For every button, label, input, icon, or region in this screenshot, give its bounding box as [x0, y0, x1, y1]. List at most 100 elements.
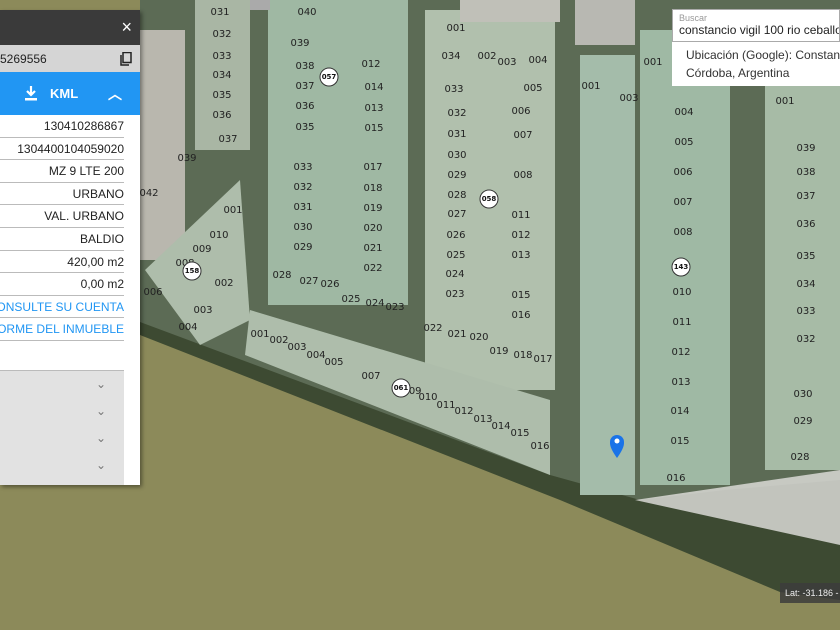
lot-number[interactable]: 015	[510, 428, 529, 439]
kml-button[interactable]: KML	[50, 86, 78, 101]
lot-number[interactable]: 001	[446, 23, 465, 34]
lot-number[interactable]: 019	[363, 203, 382, 214]
lot-number[interactable]: 006	[511, 106, 530, 117]
city-block[interactable]	[268, 0, 408, 305]
lot-number[interactable]: 007	[673, 197, 692, 208]
lot-number[interactable]: 010	[418, 392, 437, 403]
lot-number[interactable]: 042	[139, 188, 158, 199]
lot-number[interactable]: 006	[143, 287, 162, 298]
lot-number[interactable]: 012	[511, 230, 530, 241]
lot-number[interactable]: 039	[177, 153, 196, 164]
lot-number[interactable]: 028	[447, 190, 466, 201]
lot-number[interactable]: 036	[796, 219, 815, 230]
block-badge[interactable]: 058	[479, 189, 499, 209]
lot-number[interactable]: 039	[796, 143, 815, 154]
chevron-down-icon[interactable]: ⌄	[0, 425, 124, 452]
lot-number[interactable]: 026	[320, 279, 339, 290]
lot-number[interactable]: 024	[445, 269, 464, 280]
lot-number[interactable]: 029	[447, 170, 466, 181]
lot-number[interactable]: 002	[214, 278, 233, 289]
lot-number[interactable]: 040	[297, 7, 316, 18]
lot-number[interactable]: 021	[363, 243, 382, 254]
lot-number[interactable]: 023	[445, 289, 464, 300]
lot-number[interactable]: 019	[489, 346, 508, 357]
lot-number[interactable]: 030	[293, 222, 312, 233]
lot-number[interactable]: 030	[447, 150, 466, 161]
city-block[interactable]	[575, 0, 635, 45]
close-icon[interactable]: ×	[121, 17, 132, 38]
lot-number[interactable]: 005	[324, 357, 343, 368]
lot-number[interactable]: 005	[674, 137, 693, 148]
lot-number[interactable]: 033	[444, 84, 463, 95]
panel-link[interactable]: INFORME DEL INMUEBLE	[0, 318, 124, 341]
search-box[interactable]: Buscar constancio vigil 100 rio ceballos	[672, 9, 840, 42]
lot-number[interactable]: 036	[212, 110, 231, 121]
lot-number[interactable]: 022	[423, 323, 442, 334]
city-block[interactable]	[140, 30, 185, 260]
lot-number[interactable]: 035	[796, 251, 815, 262]
copy-icon[interactable]	[120, 51, 132, 66]
lot-number[interactable]: 012	[454, 406, 473, 417]
lot-number[interactable]: 018	[513, 350, 532, 361]
lot-number[interactable]: 001	[581, 81, 600, 92]
lot-number[interactable]: 010	[209, 230, 228, 241]
lot-number[interactable]: 015	[364, 123, 383, 134]
lot-number[interactable]: 032	[293, 182, 312, 193]
lot-number[interactable]: 013	[364, 103, 383, 114]
lot-number[interactable]: 002	[477, 51, 496, 62]
lot-number[interactable]: 032	[447, 108, 466, 119]
lot-number[interactable]: 035	[295, 122, 314, 133]
chevron-down-icon[interactable]: ⌄	[0, 371, 124, 398]
city-block[interactable]	[765, 80, 840, 470]
lot-number[interactable]: 037	[218, 134, 237, 145]
city-block[interactable]	[460, 0, 560, 22]
chevron-down-icon[interactable]: ⌄	[0, 452, 124, 479]
lot-number[interactable]: 032	[212, 29, 231, 40]
lot-number[interactable]: 023	[385, 302, 404, 313]
lot-number[interactable]: 003	[497, 57, 516, 68]
lot-number[interactable]: 001	[643, 57, 662, 68]
lot-number[interactable]: 022	[363, 263, 382, 274]
lot-number[interactable]: 013	[511, 250, 530, 261]
lot-number[interactable]: 011	[436, 400, 455, 411]
panel-link[interactable]: CONSULTE SU CUENTA	[0, 296, 124, 319]
lot-number[interactable]: 031	[210, 7, 229, 18]
lot-number[interactable]: 033	[293, 162, 312, 173]
lot-number[interactable]: 015	[511, 290, 530, 301]
city-block[interactable]	[250, 0, 270, 10]
chevron-up-icon[interactable]: ︿	[108, 84, 122, 104]
lot-number[interactable]: 024	[365, 298, 384, 309]
lot-number[interactable]: 028	[272, 270, 291, 281]
lot-number[interactable]: 038	[796, 167, 815, 178]
lot-number[interactable]: 012	[361, 59, 380, 70]
lot-number[interactable]: 027	[299, 276, 318, 287]
search-suggestion[interactable]: Ubicación (Google): Constancio Vigil 100…	[672, 42, 840, 86]
block-badge[interactable]: 057	[319, 67, 339, 87]
lot-number[interactable]: 034	[212, 70, 231, 81]
download-icon[interactable]	[24, 85, 38, 102]
lot-number[interactable]: 014	[364, 82, 383, 93]
block-badge[interactable]: 061	[391, 378, 411, 398]
lot-number[interactable]: 020	[469, 332, 488, 343]
lot-number[interactable]: 002	[269, 335, 288, 346]
lot-number[interactable]: 034	[441, 51, 460, 62]
lot-number[interactable]: 007	[513, 130, 532, 141]
lot-number[interactable]: 014	[491, 421, 510, 432]
lot-number[interactable]: 017	[363, 162, 382, 173]
lot-number[interactable]: 016	[530, 441, 549, 452]
lot-number[interactable]: 001	[223, 205, 242, 216]
lot-number[interactable]: 004	[528, 55, 547, 66]
lot-number[interactable]: 004	[306, 350, 325, 361]
lot-number[interactable]: 039	[290, 38, 309, 49]
lot-number[interactable]: 020	[363, 223, 382, 234]
lot-number[interactable]: 008	[513, 170, 532, 181]
lot-number[interactable]: 016	[666, 473, 685, 484]
lot-number[interactable]: 018	[363, 183, 382, 194]
lot-number[interactable]: 029	[293, 242, 312, 253]
lot-number[interactable]: 005	[523, 83, 542, 94]
lot-number[interactable]: 011	[672, 317, 691, 328]
lot-number[interactable]: 012	[671, 347, 690, 358]
block-badge[interactable]: 158	[182, 261, 202, 281]
lot-number[interactable]: 014	[670, 406, 689, 417]
lot-number[interactable]: 031	[293, 202, 312, 213]
